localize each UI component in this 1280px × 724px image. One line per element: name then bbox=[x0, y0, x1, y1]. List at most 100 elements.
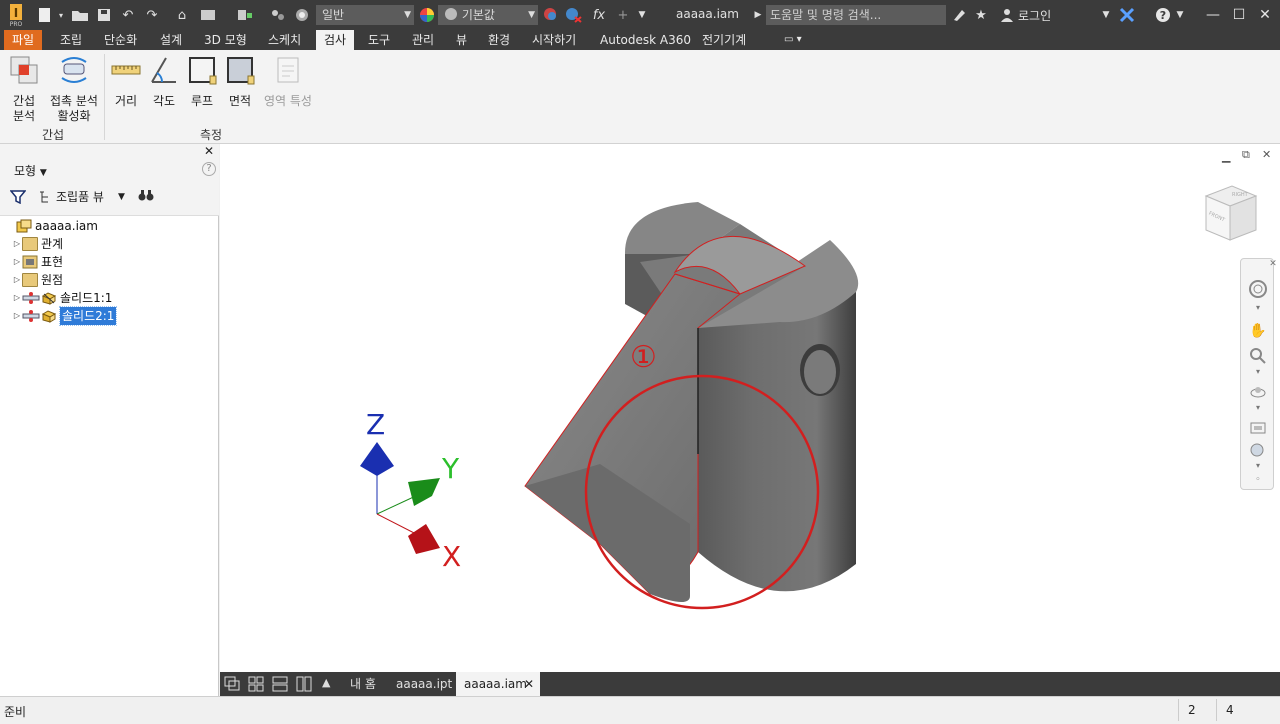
browser-help-icon[interactable]: ? bbox=[202, 162, 216, 176]
appearance-nav-icon[interactable] bbox=[1248, 441, 1268, 461]
tab-environment[interactable]: 환경 bbox=[480, 30, 518, 50]
minimize-button[interactable]: — bbox=[1202, 4, 1224, 26]
graphics-viewport[interactable]: ▁ ⧉ ✕ ① Z Y X RIGHT FRONT ✕ ▾ ✋ ▾ ▾ ▾ ◦ bbox=[220, 144, 1280, 672]
clear-override-icon[interactable] bbox=[564, 6, 584, 24]
tab-get-started[interactable]: 시작하기 bbox=[524, 30, 584, 50]
help-icon[interactable]: ? bbox=[1154, 6, 1172, 24]
tree-item-representations[interactable]: ▷ 표현 bbox=[12, 253, 63, 271]
tree-item-relationships[interactable]: ▷ 관계 bbox=[12, 235, 63, 253]
interference-label-1: 간섭 bbox=[12, 94, 36, 108]
adjust-icon[interactable] bbox=[542, 6, 560, 24]
tab-menu-icon[interactable]: ▲ bbox=[322, 676, 330, 689]
tile-windows-icon[interactable] bbox=[248, 676, 264, 695]
measure-angle-button[interactable]: 각도 bbox=[146, 54, 182, 109]
close-window-button[interactable]: ✕ bbox=[1254, 4, 1276, 26]
fx-icon[interactable]: fx bbox=[590, 6, 608, 24]
chevron-down-icon[interactable]: ▾ bbox=[1248, 303, 1268, 323]
login-link[interactable]: 로그인 bbox=[1018, 7, 1051, 24]
tab-design[interactable]: 설계 bbox=[152, 30, 190, 50]
filter-icon[interactable] bbox=[9, 190, 27, 207]
tab-iam[interactable]: aaaaa.iam ✕ bbox=[456, 672, 540, 696]
tab-view[interactable]: 뷰 bbox=[448, 30, 475, 50]
status-count-b: 4 bbox=[1226, 703, 1234, 717]
search-expand-icon[interactable]: ▶ bbox=[752, 6, 764, 24]
find-icon[interactable] bbox=[138, 188, 154, 205]
region-properties-button[interactable]: 영역 특성 bbox=[260, 54, 316, 109]
new-file-icon[interactable] bbox=[36, 6, 54, 24]
measure-loop-button[interactable]: 루프 bbox=[184, 54, 220, 109]
new-dropdown-icon[interactable]: ▾ bbox=[56, 6, 66, 24]
navbar-close-icon[interactable]: ✕ bbox=[1263, 259, 1280, 279]
help-dropdown-icon[interactable]: ▼ bbox=[1174, 6, 1186, 24]
open-folder-icon[interactable] bbox=[70, 6, 90, 24]
tab-tools[interactable]: 도구 bbox=[360, 30, 398, 50]
help-search-input[interactable]: 도움말 및 명령 검색... bbox=[766, 5, 946, 25]
tree-item-solid2[interactable]: ▷ 솔리드2:1 bbox=[12, 306, 118, 326]
measure-area-button[interactable]: 면적 bbox=[222, 54, 258, 109]
interference-label-2: 분석 bbox=[12, 109, 36, 123]
zoom-icon[interactable] bbox=[1248, 347, 1268, 367]
tab-sketch[interactable]: 스케치 bbox=[260, 30, 309, 50]
material-combo[interactable]: 기본값 ▼ bbox=[438, 5, 538, 25]
tab-assemble[interactable]: 조립 bbox=[52, 30, 90, 50]
expand-icon[interactable]: ▷ bbox=[12, 253, 22, 271]
tab-file[interactable]: 파일 bbox=[4, 30, 43, 50]
axis-triad bbox=[360, 442, 440, 554]
folder-icon bbox=[22, 237, 38, 251]
interference-analysis-button[interactable]: 간섭 분석 bbox=[6, 54, 42, 124]
tab-my-home[interactable]: 내 홈 bbox=[342, 672, 384, 696]
binoculars-icon[interactable] bbox=[950, 6, 968, 24]
style-combo[interactable]: 일반 ▼ bbox=[316, 5, 414, 25]
constraint-icon bbox=[22, 310, 40, 322]
maximize-button[interactable]: ☐ bbox=[1228, 4, 1250, 26]
tab-3d-model[interactable]: 3D 모형 bbox=[196, 30, 255, 50]
expand-icon[interactable]: ▷ bbox=[12, 271, 22, 289]
steering-wheel-icon[interactable] bbox=[1248, 279, 1268, 299]
view-cube[interactable]: RIGHT FRONT bbox=[1202, 184, 1260, 244]
tree-root[interactable]: aaaaa.iam bbox=[16, 217, 98, 235]
loop-label: 루프 bbox=[190, 94, 214, 108]
tab-ipt[interactable]: aaaaa.ipt bbox=[388, 672, 460, 696]
orbit-icon[interactable] bbox=[1248, 383, 1268, 403]
select-icon[interactable] bbox=[268, 6, 288, 24]
tile-vertical-icon[interactable] bbox=[296, 676, 312, 695]
expand-icon[interactable]: ▷ bbox=[12, 235, 22, 253]
customize-dropdown-icon[interactable]: ▼ bbox=[636, 6, 648, 24]
undo-icon[interactable]: ↶ bbox=[118, 6, 138, 24]
color-wheel-icon[interactable] bbox=[418, 6, 436, 24]
return-icon[interactable] bbox=[196, 6, 222, 24]
expand-icon[interactable]: ▷ bbox=[12, 289, 22, 307]
tab-close-icon[interactable]: ✕ bbox=[524, 672, 534, 696]
login-dropdown-icon[interactable]: ▼ bbox=[1100, 6, 1112, 24]
redo-icon[interactable]: ↷ bbox=[142, 6, 162, 24]
look-at-icon[interactable] bbox=[1248, 419, 1268, 439]
tile-horizontal-icon[interactable] bbox=[272, 676, 288, 695]
contact-analysis-button[interactable]: 접촉 분석 활성화 bbox=[46, 54, 102, 124]
pan-hand-icon[interactable]: ✋ bbox=[1248, 323, 1268, 343]
plus-icon[interactable]: + bbox=[614, 6, 632, 24]
exchange-icon[interactable] bbox=[1118, 6, 1136, 24]
user-icon[interactable] bbox=[998, 6, 1016, 24]
assembly-view-dropdown[interactable]: 조립품 뷰 ▼ bbox=[38, 188, 125, 205]
tab-manage[interactable]: 관리 bbox=[404, 30, 442, 50]
navbar-options-icon[interactable]: ◦ bbox=[1248, 475, 1268, 495]
update-icon[interactable] bbox=[232, 6, 258, 24]
tab-simplify[interactable]: 단순화 bbox=[96, 30, 145, 50]
tab-electromechanical[interactable]: 전기기계 bbox=[694, 30, 754, 50]
appearance-icon[interactable] bbox=[292, 6, 312, 24]
browser-close-button[interactable]: ✕ bbox=[204, 144, 214, 158]
expand-icon[interactable]: ▷ bbox=[12, 307, 22, 325]
star-icon[interactable]: ★ bbox=[972, 6, 990, 24]
home-icon[interactable]: ⌂ bbox=[172, 6, 192, 24]
cascade-windows-icon[interactable] bbox=[224, 676, 240, 695]
navigation-bar: ✕ ▾ ✋ ▾ ▾ ▾ ◦ bbox=[1240, 258, 1277, 490]
tree-item-solid1[interactable]: ▷ 솔리드1:1 bbox=[12, 289, 113, 307]
ribbon-options-icon[interactable]: ▭ ▾ bbox=[776, 30, 810, 50]
tree-item-origin[interactable]: ▷ 원점 bbox=[12, 271, 63, 289]
tab-inspect[interactable]: 검사 bbox=[316, 30, 355, 50]
measure-distance-button[interactable]: 거리 bbox=[108, 54, 144, 109]
inventor-logo[interactable]: I PRO bbox=[6, 2, 26, 28]
save-icon[interactable] bbox=[94, 6, 114, 24]
browser-title-dropdown[interactable]: 모형 ▼ bbox=[14, 162, 47, 179]
tab-a360[interactable]: Autodesk A360 bbox=[592, 30, 699, 50]
